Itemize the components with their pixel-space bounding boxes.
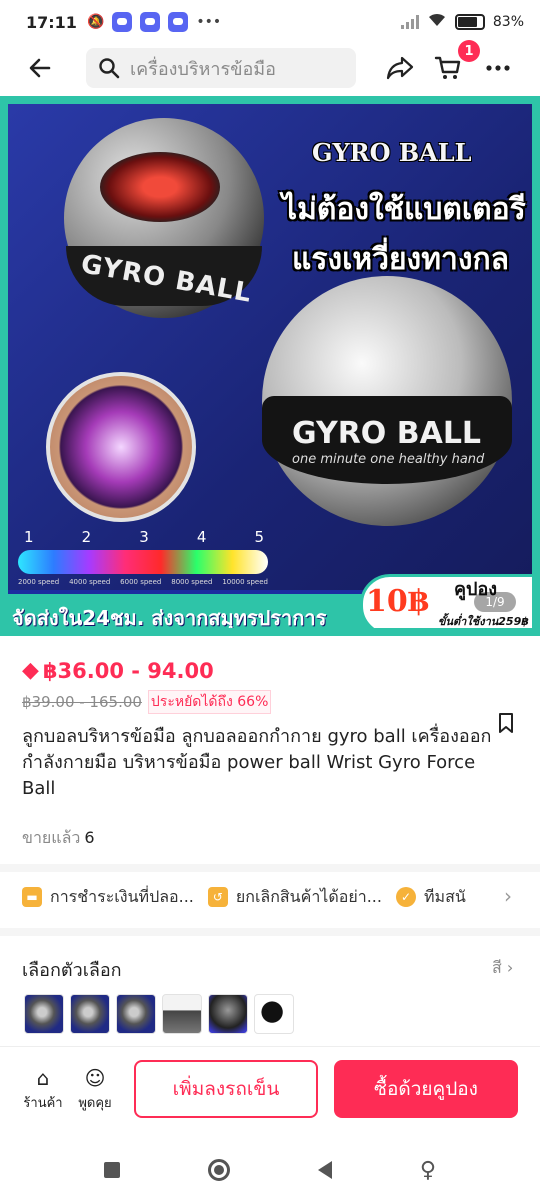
sold-count-row: ขายแล้ว 6 [22,826,95,851]
variant-thumbnail[interactable] [254,994,294,1034]
speed-level: 4 [196,528,207,546]
battery-percent: 83% [492,14,524,30]
chat-bubble-icon: ☺ [84,1066,106,1090]
speed-level: 2 [81,528,92,546]
add-to-cart-button[interactable]: เพิ่มลงรถเข็น [134,1060,318,1118]
wallet-icon: ▬ [22,887,42,907]
speed-label: 8000 speed [171,578,213,586]
section-divider [0,928,540,936]
options-color-label: สี [492,958,502,977]
speed-color-bar [18,550,268,574]
share-button[interactable] [380,48,420,88]
product-image-carousel[interactable]: GYRO BALL GYRO BALL ไม่ต้องใช้แบตเตอรี แ… [0,96,540,636]
battery-level [457,17,478,27]
chat-button[interactable]: ☺ พูดคุย [70,1066,120,1113]
variant-thumbnail[interactable] [24,994,64,1034]
shop-button[interactable]: ⌂ ร้านค้า [18,1066,68,1113]
signal-icon [400,15,419,29]
speed-label: 10000 speed [222,578,268,586]
large-ball-label: GYRO BALL [292,416,482,451]
benefit-label: ยกเลิกสินค้าได้อย่า... [235,886,382,906]
section-divider [0,864,540,872]
bookmark-icon [499,713,513,733]
home-icon[interactable] [207,1159,230,1181]
variant-thumbnail[interactable] [116,994,156,1034]
discord-notification-icon [140,12,161,32]
sold-label: ขายแล้ว [22,828,81,847]
variant-thumbnail[interactable] [162,994,202,1034]
variant-thumbnail[interactable] [208,994,248,1034]
speed-level: 5 [254,528,264,546]
back-button[interactable] [18,46,62,90]
search-icon [99,58,120,79]
more-options-button[interactable] [478,48,518,88]
gyro-ball-rotor [100,152,220,222]
variant-thumbnails [24,994,294,1034]
price-row: ◆ ฿36.00 - 94.00 [22,658,214,683]
check-badge-icon: ✓ [395,887,416,907]
benefit-label: ทีมสนั [423,886,466,906]
price-range: ฿36.00 - 94.00 [42,658,214,683]
status-bar: 17:11 🔕 ••• 83% [0,0,540,44]
variant-thumbnail[interactable] [70,994,110,1034]
back-arrow-icon [29,58,51,78]
top-bar: เครื่องบริหารข้อมือ 1 [0,40,540,92]
chat-label: พูดคุย [78,1096,112,1111]
shop-icon: ⌂ [36,1066,50,1090]
large-ball-slogan: one minute one healthy hand [292,452,485,467]
image-counter: 1/9 [474,592,516,612]
discount-badge: ประหยัดได้ถึง 66% [147,690,272,714]
recents-icon[interactable] [103,1162,120,1178]
speed-label: 6000 speed [120,578,162,586]
more-dots-icon [486,65,510,71]
options-color-link[interactable]: สี › [492,956,513,981]
hero-line-1: ไม่ต้องใช้แบตเตอรี [282,192,526,227]
speed-level: 3 [139,528,149,546]
benefit-item[interactable]: ↺ ยกเลิกสินค้าได้อย่า... [207,885,382,910]
coupon-condition: ขั้นต่ำใช้งาน259฿ [438,615,529,628]
chevron-right-icon[interactable]: › [504,884,512,908]
discord-notification-icon [168,12,189,32]
search-placeholder: เครื่องบริหารข้อมือ [130,58,276,80]
bookmark-button[interactable] [496,712,516,734]
discord-notification-icon [112,12,133,32]
system-nav-bar: ♀ [0,1140,540,1200]
benefits-fade [470,872,500,922]
benefit-item[interactable]: ▬ การชำระเงินที่ปลอ... [22,885,194,910]
return-box-icon: ↺ [207,887,228,907]
hero-headline: GYRO BALL [312,138,472,167]
buy-with-coupon-button[interactable]: ซื้อด้วยคูปอง [334,1060,518,1118]
speed-labels: 2000 speed 4000 speed 6000 speed 8000 sp… [18,578,268,586]
accessibility-icon[interactable]: ♀ [420,1158,436,1183]
benefits-row[interactable]: ▬ การชำระเงินที่ปลอ... ↺ ยกเลิกสินค้าได้… [0,872,540,922]
wifi-icon [427,12,447,32]
back-triangle-icon[interactable] [317,1161,332,1179]
speed-label: 4000 speed [69,578,111,586]
options-heading[interactable]: เลือกตัวเลือก [22,955,122,984]
sold-count: 6 [84,828,95,847]
speed-label: 2000 speed [18,578,60,586]
chevron-right-icon: › [506,958,514,977]
notification-muted-icon: 🔕 [86,14,105,30]
benefit-item[interactable]: ✓ ทีมสนั [395,885,466,910]
original-price-row: ฿39.00 - 165.00 ประหยัดได้ถึง 66% [22,690,272,714]
battery-icon [454,14,485,30]
share-icon [386,56,414,80]
cart-count-badge: 1 [458,40,480,62]
flash-sale-icon: ◆ [22,658,39,683]
status-time: 17:11 [26,12,77,32]
more-notifications-icon: ••• [196,14,222,30]
coupon-amount: 10฿ [366,584,429,619]
product-title: ลูกบอลบริหารข้อมือ ลูกบอลออกกำกาย gyro b… [22,726,492,799]
speed-level: 1 [24,528,34,546]
cart-icon [434,56,461,79]
benefit-label: การชำระเงินที่ปลอ... [50,886,194,906]
speed-levels: 1 2 3 4 5 [24,528,264,546]
shipping-promo-text: จัดส่งใน24ชม. ส่งจากสมุทรปราการ [12,606,327,630]
hand-holding-ball-image [46,372,196,522]
original-price: ฿39.00 - 165.00 [22,693,142,711]
search-bar[interactable]: เครื่องบริหารข้อมือ [86,48,356,88]
shop-label: ร้านค้า [23,1096,63,1111]
